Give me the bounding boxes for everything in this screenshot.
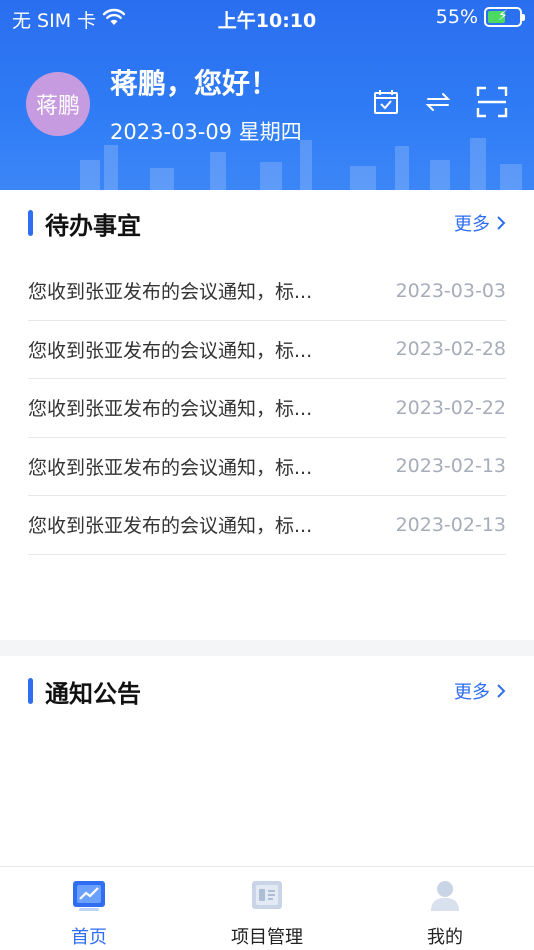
todo-item-text: 您收到张亚发布的会议通知，标...: [28, 456, 313, 479]
more-label: 更多: [454, 682, 490, 703]
tab-label: 项目管理: [231, 927, 303, 948]
section-accent-bar: [28, 678, 33, 704]
greeting-text: 蒋鹏，您好！: [110, 67, 279, 100]
list-item[interactable]: 您收到张亚发布的会议通知，标... 2023-02-22: [28, 379, 506, 438]
switch-icon[interactable]: [424, 88, 452, 116]
tab-label: 首页: [71, 927, 107, 948]
profile-icon: [425, 875, 465, 915]
tab-project-management[interactable]: 项目管理: [178, 867, 356, 950]
todo-item-date: 2023-02-28: [395, 338, 506, 361]
todo-item-date: 2023-02-22: [395, 396, 506, 419]
todo-item-date: 2023-03-03: [395, 279, 506, 302]
list-item[interactable]: 您收到张亚发布的会议通知，标... 2023-02-28: [28, 321, 506, 379]
avatar[interactable]: 蒋鹏: [26, 72, 90, 136]
home-icon: [69, 875, 109, 915]
todo-item-text: 您收到张亚发布的会议通知，标...: [28, 515, 313, 538]
todo-list: 您收到张亚发布的会议通知，标... 2023-03-03 您收到张亚发布的会议通…: [28, 262, 506, 555]
battery-icon: ⚡: [484, 7, 525, 27]
todo-item-date: 2023-02-13: [395, 455, 506, 478]
notice-title: 通知公告: [45, 679, 141, 708]
todo-title: 待办事宜: [45, 211, 141, 240]
notice-more-link[interactable]: 更多: [454, 678, 506, 704]
tab-bar: 首页 项目管理 我的: [0, 866, 534, 950]
list-item[interactable]: 您收到张亚发布的会议通知，标... 2023-02-13: [28, 438, 506, 496]
section-divider: [0, 640, 534, 656]
calendar-icon[interactable]: [372, 88, 400, 116]
scan-icon[interactable]: [476, 86, 508, 118]
header: 无 SIM 卡 上午10:10 55% ⚡ 蒋鹏 蒋鹏，您好！ 2023-03-…: [0, 0, 534, 190]
chevron-right-icon: [497, 684, 506, 698]
list-item[interactable]: 您收到张亚发布的会议通知，标... 2023-02-13: [28, 496, 506, 555]
status-bar: 无 SIM 卡 上午10:10 55% ⚡: [0, 0, 534, 36]
todo-more-link[interactable]: 更多: [454, 210, 506, 236]
chevron-right-icon: [497, 216, 506, 230]
tab-home[interactable]: 首页: [0, 867, 178, 950]
todo-item-text: 您收到张亚发布的会议通知，标...: [28, 281, 313, 304]
todo-section: 待办事宜 更多 您收到张亚发布的会议通知，标... 2023-03-03 您收到…: [0, 190, 534, 640]
notice-section: 通知公告 更多: [0, 656, 534, 866]
todo-item-date: 2023-02-13: [395, 513, 506, 536]
date-text: 2023-03-09 星期四: [110, 120, 302, 144]
tab-label: 我的: [427, 927, 463, 948]
more-label: 更多: [454, 214, 490, 235]
battery-percent: 55%: [435, 6, 478, 28]
section-accent-bar: [28, 210, 33, 236]
list-item[interactable]: 您收到张亚发布的会议通知，标... 2023-03-03: [28, 262, 506, 321]
tab-profile[interactable]: 我的: [356, 867, 534, 950]
todo-item-text: 您收到张亚发布的会议通知，标...: [28, 398, 313, 421]
project-icon: [247, 875, 287, 915]
todo-item-text: 您收到张亚发布的会议通知，标...: [28, 339, 313, 362]
